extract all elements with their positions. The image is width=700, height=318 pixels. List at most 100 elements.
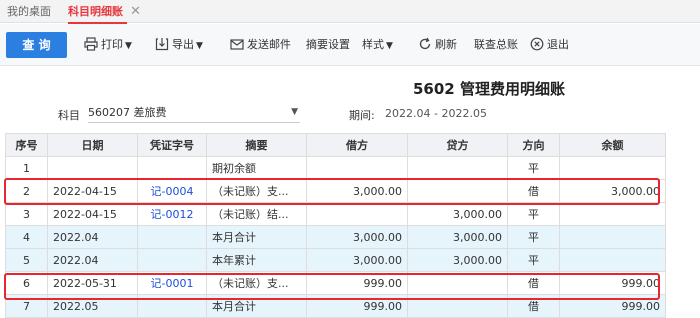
cell-balance: 999.00 xyxy=(559,271,666,295)
tab-label: 科目明细账 xyxy=(68,5,123,18)
query-button[interactable]: 查 询 xyxy=(6,32,67,58)
cell-date: 2022.04 xyxy=(47,248,138,272)
table-row[interactable]: 1 期初余额 平 xyxy=(5,156,666,180)
chevron-down-icon: ▼ xyxy=(125,41,132,51)
cell-summary: （未记账）支... xyxy=(206,271,307,295)
table-row[interactable]: 2 2022-04-15 记-0004 （未记账）支... 3,000.00 借… xyxy=(5,179,666,203)
cell-date: 2022-04-15 xyxy=(47,202,138,226)
cell-direction: 平 xyxy=(507,156,560,180)
cell-debit: 3,000.00 xyxy=(306,179,408,203)
cell-credit xyxy=(407,156,508,180)
cell-balance xyxy=(559,225,666,249)
subject-label: 科目 xyxy=(58,109,80,122)
header-balance[interactable]: 余额 xyxy=(559,133,666,157)
summary-settings-button[interactable]: 摘要设置 xyxy=(306,37,350,53)
cell-direction: 借 xyxy=(507,294,560,318)
cell-debit: 999.00 xyxy=(306,294,408,318)
cell-summary: （未记账）结... xyxy=(206,202,307,226)
cell-date: 2022.05 xyxy=(47,294,138,318)
cell-summary: 期初余额 xyxy=(206,156,307,180)
cell-no: 4 xyxy=(5,225,48,249)
table-header-row: 序号 日期 凭证字号 摘要 借方 贷方 方向 余额 xyxy=(5,133,666,157)
voucher-link[interactable]: 记-0012 xyxy=(137,202,207,226)
cell-date xyxy=(47,156,138,180)
style-button[interactable]: 样式 ▼ xyxy=(362,37,393,53)
tab-subject-ledger[interactable]: 科目明细账 ✕ xyxy=(68,0,141,24)
header-direction[interactable]: 方向 xyxy=(507,133,560,157)
cell-voucher xyxy=(137,294,207,318)
header-no[interactable]: 序号 xyxy=(5,133,48,157)
cell-direction: 平 xyxy=(507,248,560,272)
chevron-down-icon: ▼ xyxy=(291,107,298,117)
header-summary[interactable]: 摘要 xyxy=(206,133,307,157)
cell-credit: 3,000.00 xyxy=(407,202,508,226)
cell-credit: 3,000.00 xyxy=(407,225,508,249)
exit-button[interactable]: 退出 xyxy=(530,37,569,53)
cell-credit: 3,000.00 xyxy=(407,248,508,272)
header-debit[interactable]: 借方 xyxy=(306,133,408,157)
refresh-icon xyxy=(418,37,432,51)
cell-date: 2022-04-15 xyxy=(47,179,138,203)
subject-value: 560207 差旅费 xyxy=(88,106,167,119)
cell-credit xyxy=(407,179,508,203)
table-row[interactable]: 7 2022.05 本月合计 999.00 借 999.00 xyxy=(5,294,666,318)
cell-date: 2022-05-31 xyxy=(47,271,138,295)
exit-label: 退出 xyxy=(547,38,569,51)
table-row[interactable]: 3 2022-04-15 记-0012 （未记账）结... 3,000.00 平 xyxy=(5,202,666,226)
cell-balance: 999.00 xyxy=(559,294,666,318)
header-voucher[interactable]: 凭证字号 xyxy=(137,133,207,157)
cell-summary: 本月合计 xyxy=(206,294,307,318)
print-button[interactable]: 打印 ▼ xyxy=(84,37,132,53)
export-button[interactable]: 导出 ▼ xyxy=(155,37,203,53)
cell-voucher xyxy=(137,225,207,249)
cell-no: 1 xyxy=(5,156,48,180)
voucher-link[interactable]: 记-0001 xyxy=(137,271,207,295)
export-icon xyxy=(155,37,169,51)
cell-no: 2 xyxy=(5,179,48,203)
refresh-button[interactable]: 刷新 xyxy=(418,37,457,53)
cell-direction: 借 xyxy=(507,271,560,295)
toolbar: 查 询 打印 ▼ 导出 ▼ 发送邮件 摘要设置 样式 ▼ 刷新 联查总账 退出 xyxy=(0,24,700,66)
refresh-label: 刷新 xyxy=(435,38,457,51)
cell-debit: 3,000.00 xyxy=(306,225,408,249)
cell-no: 3 xyxy=(5,202,48,226)
cell-balance xyxy=(559,156,666,180)
cell-debit xyxy=(306,202,408,226)
cell-direction: 借 xyxy=(507,179,560,203)
send-email-button[interactable]: 发送邮件 xyxy=(230,37,291,53)
header-credit[interactable]: 贷方 xyxy=(407,133,508,157)
subject-select[interactable]: 560207 差旅费 ▼ xyxy=(88,102,300,123)
close-icon[interactable]: ✕ xyxy=(130,0,141,23)
send-email-label: 发送邮件 xyxy=(247,38,291,51)
cell-credit xyxy=(407,271,508,295)
export-label: 导出 xyxy=(172,38,194,51)
table-row[interactable]: 6 2022-05-31 记-0001 （未记账）支... 999.00 借 9… xyxy=(5,271,666,295)
cell-summary: 本年累计 xyxy=(206,248,307,272)
voucher-link[interactable]: 记-0004 xyxy=(137,179,207,203)
chevron-down-icon: ▼ xyxy=(386,41,393,51)
cell-no: 5 xyxy=(5,248,48,272)
cell-no: 6 xyxy=(5,271,48,295)
period-value: 2022.04 - 2022.05 xyxy=(385,107,487,120)
printer-icon xyxy=(84,37,98,51)
cell-balance xyxy=(559,202,666,226)
period-label: 期间: xyxy=(349,109,375,122)
cell-date: 2022.04 xyxy=(47,225,138,249)
print-label: 打印 xyxy=(101,38,123,51)
tab-bar: 我的桌面 科目明细账 ✕ xyxy=(0,0,700,24)
cell-summary: 本月合计 xyxy=(206,225,307,249)
tab-my-desktop[interactable]: 我的桌面 xyxy=(7,0,51,23)
chevron-down-icon: ▼ xyxy=(196,41,203,51)
envelope-icon xyxy=(230,37,244,51)
linked-ledger-button[interactable]: 联查总账 xyxy=(474,37,518,53)
cell-debit xyxy=(306,156,408,180)
header-date[interactable]: 日期 xyxy=(47,133,138,157)
table-row[interactable]: 4 2022.04 本月合计 3,000.00 3,000.00 平 xyxy=(5,225,666,249)
cell-balance: 3,000.00 xyxy=(559,179,666,203)
cell-summary: （未记账）支... xyxy=(206,179,307,203)
cell-debit: 3,000.00 xyxy=(306,248,408,272)
cell-debit: 999.00 xyxy=(306,271,408,295)
table-row[interactable]: 5 2022.04 本年累计 3,000.00 3,000.00 平 xyxy=(5,248,666,272)
ledger-table: 序号 日期 凭证字号 摘要 借方 贷方 方向 余额 1 期初余额 平 2 202… xyxy=(5,133,666,318)
cell-direction: 平 xyxy=(507,202,560,226)
